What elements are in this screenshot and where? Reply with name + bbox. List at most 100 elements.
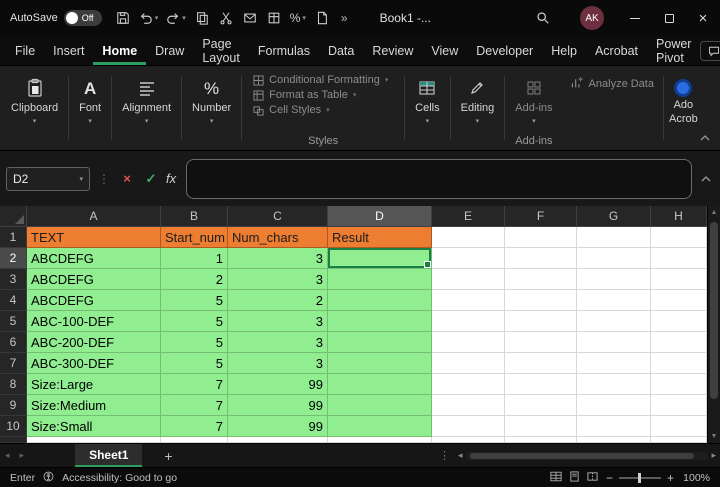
mail-icon[interactable]	[239, 6, 261, 30]
zoom-in-button[interactable]: +	[667, 471, 674, 485]
cell-C7[interactable]: 3	[228, 353, 328, 374]
row-header-9[interactable]: 9	[0, 395, 27, 416]
column-header-E[interactable]: E	[432, 206, 505, 227]
select-all-button[interactable]	[0, 206, 27, 227]
cell-F2[interactable]	[505, 248, 577, 269]
cell-F9[interactable]	[505, 395, 577, 416]
cell-D10[interactable]	[328, 416, 432, 437]
zoom-slider-thumb[interactable]	[637, 472, 641, 483]
cell-H5[interactable]	[651, 311, 707, 332]
row-header-10[interactable]: 10	[0, 416, 27, 437]
cell-C2[interactable]: 3	[228, 248, 328, 269]
cell-H2[interactable]	[651, 248, 707, 269]
cell-A8[interactable]: Size:Large	[27, 374, 161, 395]
row-header-4[interactable]: 4	[0, 290, 27, 311]
row-header-7[interactable]: 7	[0, 353, 27, 374]
scroll-left-icon[interactable]: ◂	[458, 450, 463, 461]
cell-F7[interactable]	[505, 353, 577, 374]
name-box[interactable]: D2 ▾	[6, 166, 90, 191]
tab-formulas[interactable]: Formulas	[249, 36, 319, 65]
cell-F1[interactable]	[505, 227, 577, 248]
page-break-preview-icon[interactable]	[587, 471, 598, 485]
cell-A6[interactable]: ABC-200-DEF	[27, 332, 161, 353]
cell-C1[interactable]: Num_chars	[228, 227, 328, 248]
row-header-6[interactable]: 6	[0, 332, 27, 353]
cell-C9[interactable]: 99	[228, 395, 328, 416]
cell-B9[interactable]: 7	[161, 395, 228, 416]
comments-button[interactable]	[700, 40, 720, 61]
next-sheet-icon[interactable]: ▸	[15, 450, 30, 461]
cell-D8[interactable]	[328, 374, 432, 395]
tab-page-layout[interactable]: Page Layout	[193, 36, 249, 65]
cell-G6[interactable]	[577, 332, 651, 353]
save-icon[interactable]	[112, 6, 134, 30]
cell-D9[interactable]	[328, 395, 432, 416]
tab-developer[interactable]: Developer	[467, 36, 542, 65]
column-header-H[interactable]: H	[651, 206, 707, 227]
scroll-right-icon[interactable]: ▸	[711, 450, 716, 461]
horizontal-scrollbar-thumb[interactable]	[469, 452, 695, 459]
add-sheet-button[interactable]: +	[158, 448, 178, 464]
horizontal-scrollbar[interactable]: ◂ ▸	[458, 450, 720, 461]
tab-insert[interactable]: Insert	[44, 36, 93, 65]
cell-A3[interactable]: ABCDEFG	[27, 269, 161, 290]
tab-help[interactable]: Help	[542, 36, 586, 65]
accessibility-status[interactable]: Accessibility: Good to go	[62, 472, 177, 484]
cell-F4[interactable]	[505, 290, 577, 311]
format-as-table-button[interactable]: Format as Table ▾	[253, 89, 393, 101]
maximize-button[interactable]	[652, 0, 686, 36]
cell-G1[interactable]	[577, 227, 651, 248]
cell-D6[interactable]	[328, 332, 432, 353]
cell-C8[interactable]: 99	[228, 374, 328, 395]
cell-A4[interactable]: ABCDEFG	[27, 290, 161, 311]
zoom-slider[interactable]	[618, 472, 661, 483]
column-header-D[interactable]: D	[328, 206, 432, 227]
cell-F6[interactable]	[505, 332, 577, 353]
insert-function-button[interactable]: fx	[166, 171, 176, 186]
cut-icon[interactable]	[215, 6, 237, 30]
copy-icon[interactable]	[191, 6, 213, 30]
cell-F10[interactable]	[505, 416, 577, 437]
font-group-button[interactable]: A Font ▾	[70, 66, 110, 150]
cell-C6[interactable]: 3	[228, 332, 328, 353]
cell-A9[interactable]: Size:Medium	[27, 395, 161, 416]
editing-group-button[interactable]: Editing ▾	[452, 66, 504, 150]
analyze-data-button[interactable]: Analyze Data	[562, 76, 662, 92]
cell-A5[interactable]: ABC-100-DEF	[27, 311, 161, 332]
cell-G10[interactable]	[577, 416, 651, 437]
clipboard-group-button[interactable]: Clipboard ▾	[2, 66, 67, 150]
cell-H10[interactable]	[651, 416, 707, 437]
cell-styles-button[interactable]: Cell Styles ▾	[253, 104, 393, 116]
cell-C3[interactable]: 3	[228, 269, 328, 290]
cell-B10[interactable]: 7	[161, 416, 228, 437]
undo-button[interactable]: ▾	[136, 6, 162, 30]
cell-F5[interactable]	[505, 311, 577, 332]
cell-H7[interactable]	[651, 353, 707, 374]
cell-D7[interactable]	[328, 353, 432, 374]
add-ins-group-button[interactable]: Add-ins ▾ Add-ins	[506, 66, 561, 150]
search-icon[interactable]	[528, 4, 558, 32]
cell-A10[interactable]: Size:Small	[27, 416, 161, 437]
cell-B4[interactable]: 5	[161, 290, 228, 311]
confirm-entry-button[interactable]: ✓	[142, 171, 160, 187]
cell-E4[interactable]	[432, 290, 505, 311]
cell-D2[interactable]	[328, 248, 432, 269]
row-header-1[interactable]: 1	[0, 227, 27, 248]
scroll-down-icon[interactable]: ▼	[708, 433, 720, 440]
cell-A2[interactable]: ABCDEFG	[27, 248, 161, 269]
tab-view[interactable]: View	[422, 36, 467, 65]
cell-H4[interactable]	[651, 290, 707, 311]
cell-D4[interactable]	[328, 290, 432, 311]
conditional-formatting-button[interactable]: Conditional Formatting ▾	[253, 74, 393, 86]
tab-draw[interactable]: Draw	[146, 36, 193, 65]
cell-H9[interactable]	[651, 395, 707, 416]
prev-sheet-icon[interactable]: ◂	[0, 450, 15, 461]
cell-G9[interactable]	[577, 395, 651, 416]
cell-E7[interactable]	[432, 353, 505, 374]
cell-E3[interactable]	[432, 269, 505, 290]
collapse-ribbon-icon[interactable]	[700, 128, 710, 146]
page-layout-view-icon[interactable]	[569, 470, 580, 485]
alignment-group-button[interactable]: Alignment ▾	[113, 66, 180, 150]
cell-C5[interactable]: 3	[228, 311, 328, 332]
column-header-A[interactable]: A	[27, 206, 161, 227]
